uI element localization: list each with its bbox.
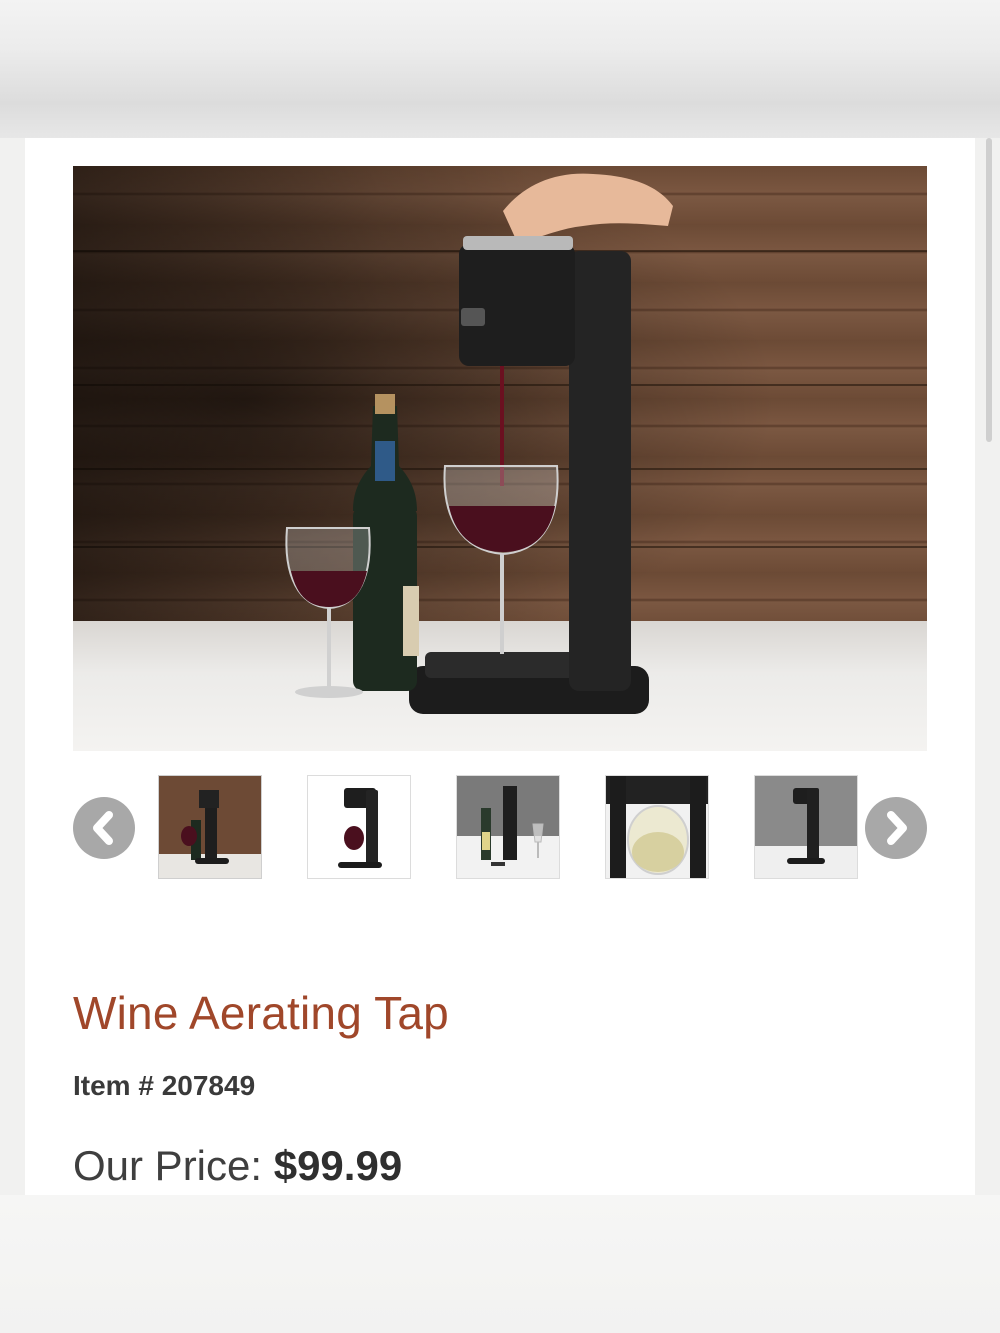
price-value: $99.99 <box>273 1142 403 1189</box>
gallery-next-button[interactable] <box>865 797 927 859</box>
dispenser-button <box>461 308 485 326</box>
wine-bottle-label <box>403 586 419 656</box>
thumbnail-3[interactable] <box>456 775 560 879</box>
dispenser-tower <box>569 251 631 691</box>
thumbnail-image <box>457 776 559 878</box>
thumbnail-image <box>308 776 410 878</box>
item-number-value: 207849 <box>161 1070 256 1101</box>
wine-bottle-foil <box>375 441 395 481</box>
left-glass-foot <box>295 686 363 698</box>
thumbnail-2[interactable] <box>307 775 411 879</box>
top-blurred-area <box>0 0 1000 138</box>
price-line: Our Price: $99.99 <box>73 1142 402 1190</box>
thumbnail-image <box>755 776 857 878</box>
item-number: Item # 207849 <box>73 1070 255 1102</box>
chevron-right-icon <box>887 811 907 845</box>
dispenser-head <box>459 244 575 366</box>
product-scene-illustration <box>285 173 673 714</box>
item-number-label: Item # <box>73 1070 154 1101</box>
product-card: Wine Aerating Tap Item # 207849 Our Pric… <box>25 138 975 1195</box>
glass-stem <box>500 554 504 654</box>
glass-wine <box>449 506 555 552</box>
bottom-blurred-area <box>0 1195 1000 1333</box>
left-glass-stem <box>327 608 331 688</box>
hand-shape <box>503 173 673 244</box>
thumbnail-1[interactable] <box>158 775 262 879</box>
gallery-prev-button[interactable] <box>73 797 135 859</box>
chevron-left-icon <box>93 811 113 845</box>
wine-bottle-cork <box>375 394 395 414</box>
thumbnail-5[interactable] <box>754 775 858 879</box>
drip-tray <box>425 652 575 678</box>
scrollbar-thumb[interactable] <box>986 138 992 442</box>
thumbnail-4[interactable] <box>605 775 709 879</box>
main-product-image[interactable] <box>73 166 927 751</box>
product-title: Wine Aerating Tap <box>73 987 449 1039</box>
dispenser-chrome-cap <box>463 236 573 250</box>
thumbnail-image <box>159 776 261 878</box>
price-label: Our Price: <box>73 1142 263 1189</box>
thumbnail-image <box>606 776 708 878</box>
